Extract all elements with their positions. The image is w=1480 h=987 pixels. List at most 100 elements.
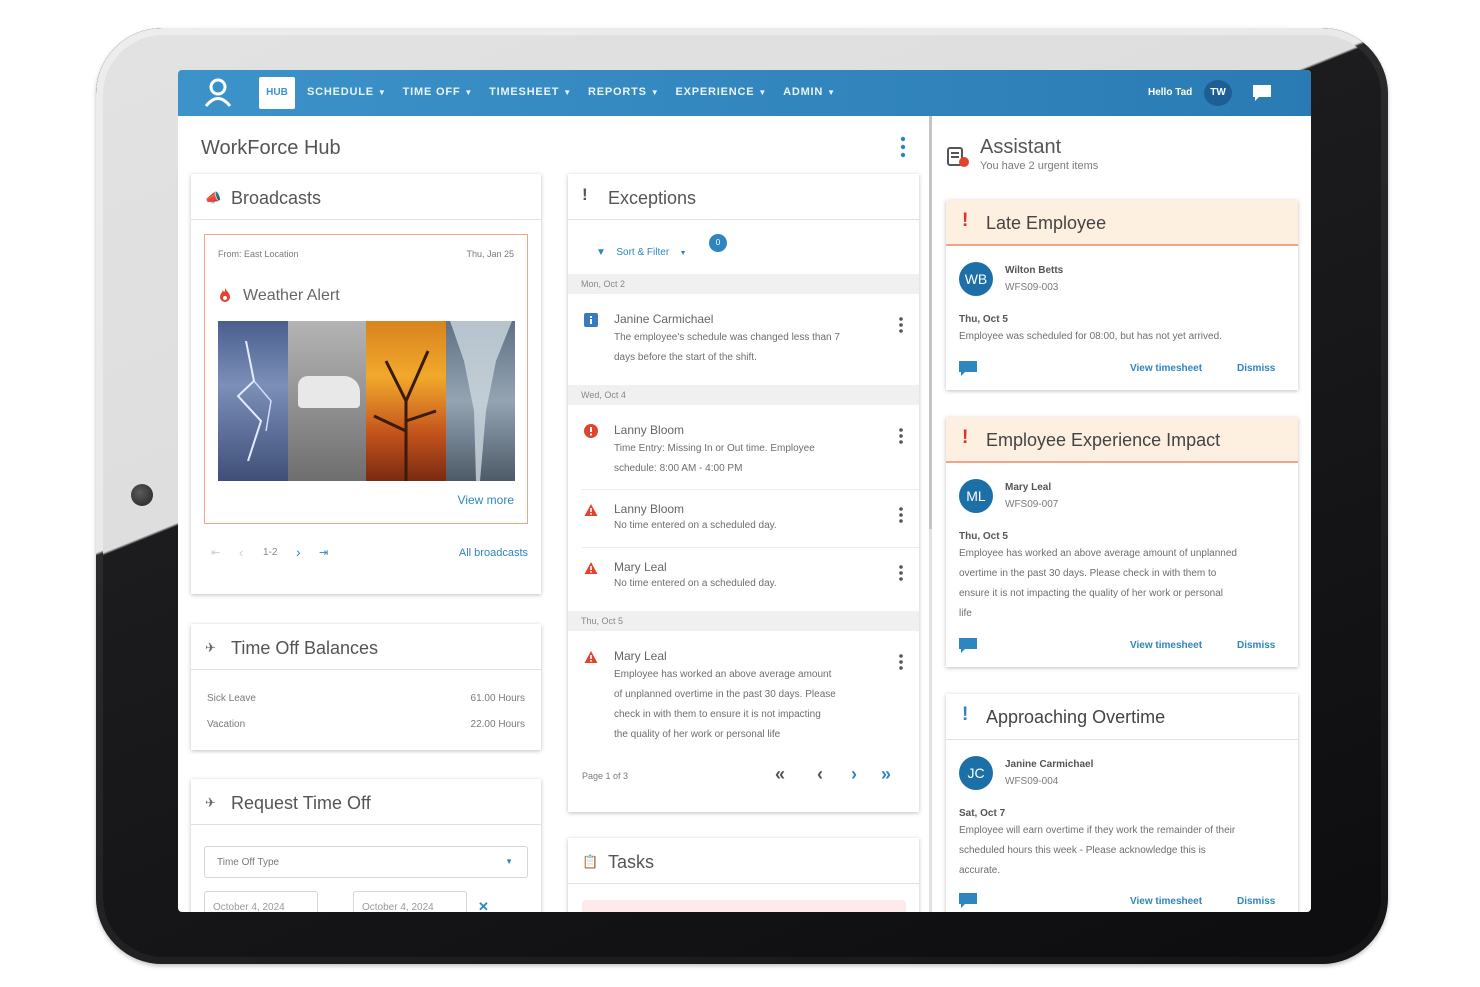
- description-line: the quality of her work or personal life: [614, 729, 781, 740]
- menu-timesheet[interactable]: TIMESHEET ▼: [489, 86, 572, 98]
- next-page-icon[interactable]: ›: [851, 764, 857, 785]
- more-options-icon[interactable]: [898, 427, 904, 445]
- assistant-card: ! Late Employee WB Wilton Betts WFS09-00…: [946, 200, 1298, 390]
- assistant-subtitle: You have 2 urgent items: [980, 160, 1099, 172]
- menu-experience[interactable]: EXPERIENCE ▼: [675, 86, 767, 98]
- hub-badge[interactable]: HUB: [259, 77, 295, 109]
- employee-name: Mary Leal: [614, 649, 667, 663]
- chevron-down-icon: ▼: [505, 857, 513, 866]
- tree-branches: [373, 350, 437, 481]
- dismiss-link[interactable]: Dismiss: [1237, 640, 1275, 651]
- employee-name: Janine Carmichael: [1005, 759, 1094, 770]
- chevron-down-icon: ▼: [377, 88, 387, 97]
- more-options-icon[interactable]: [898, 506, 904, 524]
- chevron-down-icon: ▼: [679, 250, 687, 257]
- menu-admin[interactable]: ADMIN ▼: [783, 86, 836, 98]
- menu-label: SCHEDULE: [307, 86, 374, 98]
- last-page-icon[interactable]: »: [881, 764, 891, 785]
- first-page-icon[interactable]: ⇤: [211, 546, 220, 559]
- chat-icon[interactable]: [1251, 83, 1273, 103]
- more-options-icon[interactable]: [898, 564, 904, 582]
- description-line: No time entered on a scheduled day.: [614, 520, 777, 531]
- exception-row[interactable]: Lanny Bloom Time Entry: Missing In or Ou…: [568, 405, 919, 489]
- more-options-icon[interactable]: [898, 653, 904, 671]
- exception-description: The employee's schedule was changed less…: [614, 328, 879, 368]
- date-value: October 4, 2024: [213, 902, 285, 912]
- urgent-icon: !: [962, 210, 969, 231]
- menu-reports[interactable]: REPORTS ▼: [588, 86, 660, 98]
- dismiss-link[interactable]: Dismiss: [1237, 363, 1275, 374]
- all-broadcasts-link[interactable]: All broadcasts: [459, 547, 528, 559]
- date-group-header: Mon, Oct 2: [568, 274, 919, 294]
- view-timesheet-link[interactable]: View timesheet: [1130, 896, 1202, 907]
- menu-schedule[interactable]: SCHEDULE ▼: [307, 86, 387, 98]
- assistant-card: ! Approaching Overtime JC Janine Carmich…: [946, 694, 1298, 912]
- greeting: Hello Tad: [1148, 87, 1193, 98]
- scrollbar[interactable]: [929, 116, 932, 529]
- plane-icon: ✈: [205, 640, 216, 655]
- alert-date: Thu, Oct 5: [959, 531, 1008, 542]
- task-item[interactable]: [582, 900, 906, 912]
- card-title: Broadcasts: [231, 188, 322, 208]
- description-line: scheduled hours this week - Please ackno…: [959, 845, 1206, 856]
- info-icon: [584, 313, 598, 327]
- warning-icon: [584, 562, 598, 574]
- chat-icon[interactable]: [958, 637, 978, 655]
- prev-page-icon[interactable]: ‹: [817, 764, 823, 785]
- broadcast-item[interactable]: From: East Location Thu, Jan 25 Weather …: [204, 234, 528, 524]
- card-title: Tasks: [608, 852, 655, 872]
- exception-description: Employee has worked an above average amo…: [614, 665, 879, 745]
- top-nav-bar: HUB SCHEDULE ▼ TIME OFF ▼ TIMESHEET ▼ REPOR…: [178, 70, 1311, 116]
- exception-row[interactable]: Lanny Bloom No time entered on a schedul…: [568, 490, 919, 546]
- exception-row[interactable]: Mary Leal Employee has worked an above a…: [568, 631, 919, 751]
- weather-photo: [218, 321, 515, 481]
- description-line: No time entered on a scheduled day.: [614, 578, 777, 589]
- card-header: ✈ Request Time Off: [191, 779, 541, 825]
- menu-label: EXPERIENCE: [675, 86, 755, 98]
- sort-filter-button[interactable]: ▼ Sort & Filter ▼: [596, 242, 687, 258]
- person-logo-icon[interactable]: [202, 77, 234, 109]
- menu-time-off[interactable]: TIME OFF ▼: [403, 86, 473, 98]
- dismiss-link[interactable]: Dismiss: [1237, 896, 1275, 907]
- clipboard-icon: 📋: [582, 854, 599, 869]
- first-page-icon[interactable]: «: [775, 764, 785, 785]
- alert-description: Employee will earn overtime if they work…: [959, 821, 1289, 881]
- exception-row[interactable]: Janine Carmichael The employee's schedul…: [568, 294, 919, 384]
- view-timesheet-link[interactable]: View timesheet: [1130, 363, 1202, 374]
- employee-name: Lanny Bloom: [614, 502, 685, 516]
- more-options-icon[interactable]: [898, 316, 904, 334]
- view-more-link[interactable]: View more: [458, 493, 514, 507]
- view-timesheet-link[interactable]: View timesheet: [1130, 640, 1202, 651]
- main-menu: SCHEDULE ▼ TIME OFF ▼ TIMESHEET ▼ REPORTS ▼ …: [307, 86, 836, 98]
- page-title: WorkForce Hub: [201, 137, 341, 159]
- start-date-field[interactable]: October 4, 2024: [204, 891, 318, 912]
- filter-count-badge: 0: [709, 234, 727, 252]
- exception-description: No time entered on a scheduled day.: [614, 574, 879, 594]
- prev-page-icon[interactable]: ‹: [239, 545, 243, 560]
- menu-label: ADMIN: [783, 86, 824, 98]
- time-off-type-select[interactable]: Time Off Type ▼: [204, 846, 528, 878]
- last-page-icon[interactable]: ⇥: [319, 546, 328, 559]
- broadcast-date: Thu, Jan 25: [466, 249, 514, 259]
- chat-icon[interactable]: [958, 360, 978, 378]
- chevron-down-icon: ▼: [464, 88, 474, 97]
- broadcast-from: From: East Location: [218, 249, 299, 259]
- description-line: ensure it is not impacting the quality o…: [959, 588, 1224, 599]
- chat-icon[interactable]: [958, 892, 978, 910]
- clear-icon[interactable]: ✕: [478, 899, 489, 912]
- exception-row[interactable]: Mary Leal No time entered on a scheduled…: [568, 548, 919, 604]
- end-date-field[interactable]: October 4, 2024: [353, 891, 467, 912]
- next-page-icon[interactable]: ›: [296, 544, 301, 560]
- lightning-bolt-icon: [236, 341, 272, 461]
- description-line: check in with them to ensure it is not i…: [614, 709, 821, 720]
- plane-icon: ✈: [205, 795, 216, 810]
- user-avatar[interactable]: TW: [1204, 80, 1232, 106]
- employee-avatar: JC: [959, 756, 993, 790]
- employee-avatar: ML: [959, 479, 993, 513]
- more-options-icon[interactable]: [898, 136, 908, 158]
- employee-id: WFS09-004: [1005, 776, 1059, 787]
- assistant-card-header: ! Approaching Overtime: [946, 694, 1298, 740]
- assistant-card-header: ! Late Employee: [946, 200, 1298, 246]
- car-shape: [298, 376, 360, 408]
- request-time-off-card: ✈ Request Time Off Time Off Type ▼ Octob…: [191, 779, 541, 912]
